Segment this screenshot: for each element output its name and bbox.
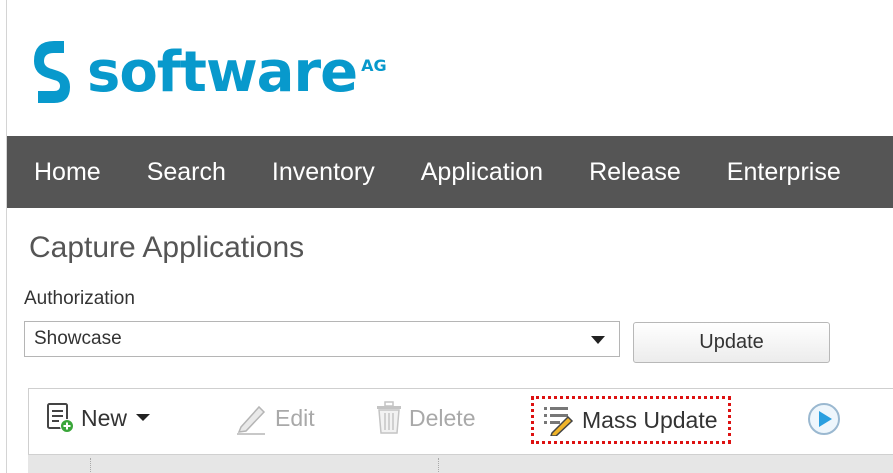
list-edit-icon xyxy=(544,407,574,436)
nav-item-enterprise[interactable]: Enterprise xyxy=(704,136,864,208)
page-edge xyxy=(0,0,7,473)
authorization-selected-value: Showcase xyxy=(34,328,122,349)
nav-item-search[interactable]: Search xyxy=(124,136,249,208)
chevron-down-icon xyxy=(136,414,151,421)
column-separator xyxy=(90,458,91,473)
mass-update-button[interactable]: Mass Update xyxy=(531,396,731,444)
nav-item-release[interactable]: Release xyxy=(566,136,704,208)
arrow-right-circle-icon xyxy=(808,403,840,435)
grid-toolbar: New Edit Delete Mass Update xyxy=(28,388,893,454)
brand-name: software xyxy=(87,40,358,105)
new-button-label: New xyxy=(81,404,128,431)
grid-header xyxy=(28,454,893,473)
new-button[interactable]: New xyxy=(45,389,151,447)
delete-button[interactable]: Delete xyxy=(375,389,475,447)
software-ag-logo-mark-icon xyxy=(34,41,70,103)
edit-button-label: Edit xyxy=(275,404,315,431)
page-title: Capture Applications xyxy=(29,231,305,264)
authorization-select[interactable]: Showcase xyxy=(24,321,620,357)
authorization-label: Authorization xyxy=(24,288,135,309)
dropdown-caret-icon xyxy=(591,336,605,344)
nav-item-application[interactable]: Application xyxy=(398,136,566,208)
document-add-icon xyxy=(47,403,74,433)
nav-item-home[interactable]: Home xyxy=(7,136,124,208)
column-separator xyxy=(438,458,439,473)
trash-icon xyxy=(377,401,401,434)
update-button[interactable]: Update xyxy=(633,322,830,363)
brand-suffix: AG xyxy=(361,56,387,75)
edit-button[interactable]: Edit xyxy=(233,389,315,447)
go-button[interactable] xyxy=(807,403,841,435)
main-nav: Home Search Inventory Application Releas… xyxy=(7,136,893,208)
mass-update-button-label: Mass Update xyxy=(582,406,718,433)
software-ag-logo: software AG xyxy=(34,38,387,108)
pencil-icon xyxy=(237,405,266,435)
delete-button-label: Delete xyxy=(409,404,476,431)
nav-item-inventory[interactable]: Inventory xyxy=(249,136,398,208)
